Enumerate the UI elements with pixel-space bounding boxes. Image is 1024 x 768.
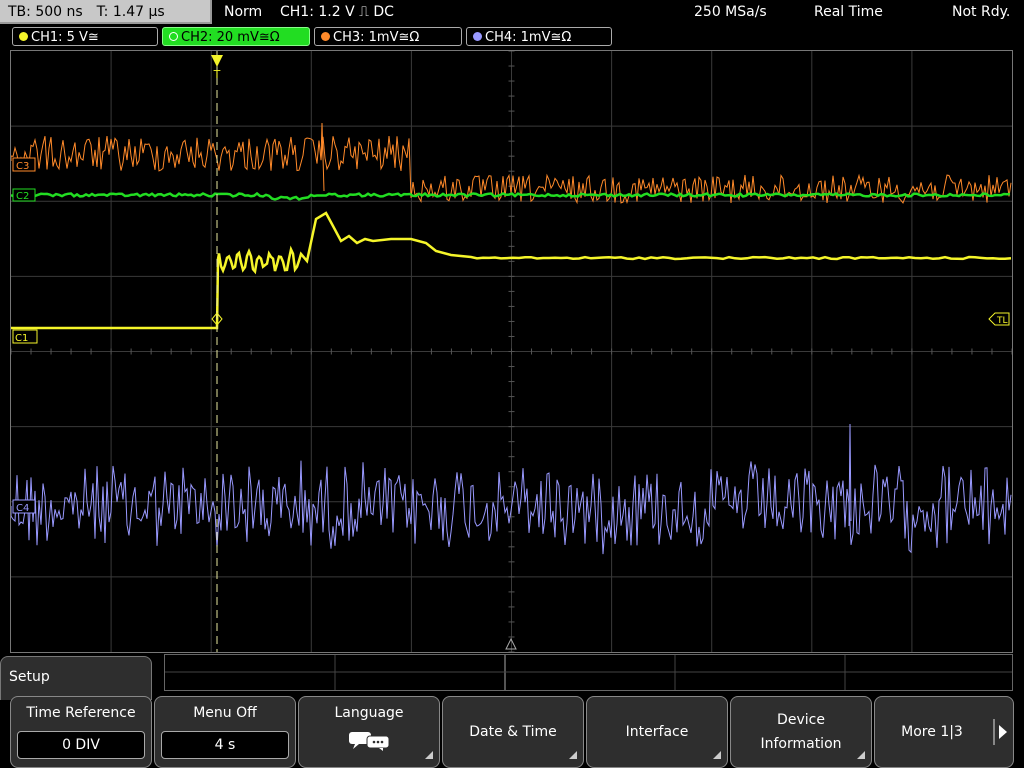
ch2-trace — [11, 191, 1011, 201]
language-title: Language — [334, 705, 404, 721]
trigger-time-label: T: 1.47 µs — [96, 4, 165, 20]
more-title: More 1|3 — [901, 724, 963, 740]
ch4-spike — [848, 423, 852, 527]
channel-tabs: CH1: 5 V≅ CH2: 20 mV≅Ω CH3: 1mV≅Ω CH4: 1… — [0, 26, 1024, 48]
time-reference-softkey[interactable]: Time Reference 0 DIV — [10, 696, 152, 768]
tab-ch3[interactable]: CH3: 1mV≅Ω — [314, 27, 462, 46]
trigger-level-label: TL — [996, 316, 1008, 326]
device-information-title-2: Information — [760, 736, 842, 752]
next-page-arrow-icon — [999, 725, 1007, 739]
ch2-dot-icon — [169, 32, 178, 41]
tab-ch1[interactable]: CH1: 5 V≅ — [12, 27, 158, 46]
sample-rate: 250 MSa/s — [694, 4, 767, 20]
trigger-mode[interactable]: Norm — [224, 0, 262, 24]
ch1-label: CH1: 5 V≅ — [31, 30, 99, 45]
interface-softkey[interactable]: Interface — [586, 696, 728, 768]
interface-title: Interface — [625, 724, 689, 740]
ch3-marker-label: C3 — [16, 161, 29, 172]
speech-bubbles-icon — [349, 732, 390, 751]
language-softkey[interactable]: Language — [298, 696, 440, 768]
date-time-title: Date & Time — [469, 724, 557, 740]
ch1-marker-label: C1 — [15, 333, 28, 344]
ch3-label: CH3: 1mV≅Ω — [333, 30, 420, 45]
graticule — [11, 51, 1012, 652]
menu-off-title: Menu Off — [193, 705, 257, 721]
ch1-dot-icon — [19, 32, 28, 41]
submenu-corner-icon — [569, 751, 577, 759]
acquisition-mode: Real Time — [814, 4, 883, 20]
ch4-dot-icon — [473, 32, 482, 41]
ch3-dot-icon — [321, 32, 330, 41]
tab-ch2[interactable]: CH2: 20 mV≅Ω — [162, 27, 310, 46]
ch4-label: CH4: 1mV≅Ω — [485, 30, 572, 45]
ch2-label: CH2: 20 mV≅Ω — [181, 30, 280, 45]
tab-ch4[interactable]: CH4: 1mV≅Ω — [466, 27, 612, 46]
ch1-offset-marker[interactable]: C1 — [12, 329, 38, 344]
trigger-level-marker[interactable]: TL — [988, 312, 1010, 326]
timebase-label: TB: 500 ns — [8, 4, 83, 20]
menu-title: Setup — [9, 669, 50, 685]
divider — [993, 719, 995, 745]
ch2-offset-marker[interactable]: C2 — [12, 188, 36, 202]
submenu-corner-icon — [857, 751, 865, 759]
device-information-title-1: Device — [777, 712, 825, 728]
overview-canvas — [165, 655, 1012, 690]
ch3-offset-marker[interactable]: C3 — [12, 157, 36, 172]
trigger-position-marker[interactable]: T — [211, 55, 223, 81]
trigger-pos-label: T — [213, 68, 221, 81]
waveform-canvas: T C3 C2 C1 C4 TL — [11, 51, 1012, 652]
submenu-corner-icon — [713, 751, 721, 759]
submenu-corner-icon — [425, 751, 433, 759]
ch2-marker-label: C2 — [16, 191, 29, 202]
menu-title-tab: Setup — [0, 656, 152, 700]
menu-off-softkey[interactable]: Menu Off 4 s — [154, 696, 296, 768]
waveform-display[interactable]: T C3 C2 C1 C4 TL — [10, 50, 1013, 653]
more-softkey[interactable]: More 1|3 — [874, 696, 1014, 768]
trigger-status: Not Rdy. — [952, 4, 1011, 20]
zoom-overview[interactable] — [164, 654, 1013, 691]
menu-off-value[interactable]: 4 s — [161, 731, 289, 759]
time-reference-value[interactable]: 0 DIV — [17, 731, 145, 759]
ch3-spike — [320, 122, 325, 192]
device-information-softkey[interactable]: Device Information — [730, 696, 872, 768]
trigger-source[interactable]: CH1: 1.2 V ⎍ DC — [280, 0, 394, 24]
ch4-offset-marker[interactable]: C4 — [12, 499, 36, 514]
status-bar: TB: 500 ns T: 1.47 µs Norm CH1: 1.2 V ⎍ D… — [0, 0, 1024, 26]
ch4-marker-label: C4 — [16, 503, 29, 514]
date-time-softkey[interactable]: Date & Time — [442, 696, 584, 768]
timebase-readout[interactable]: TB: 500 ns T: 1.47 µs — [0, 0, 212, 24]
time-reference-title: Time Reference — [26, 705, 136, 721]
